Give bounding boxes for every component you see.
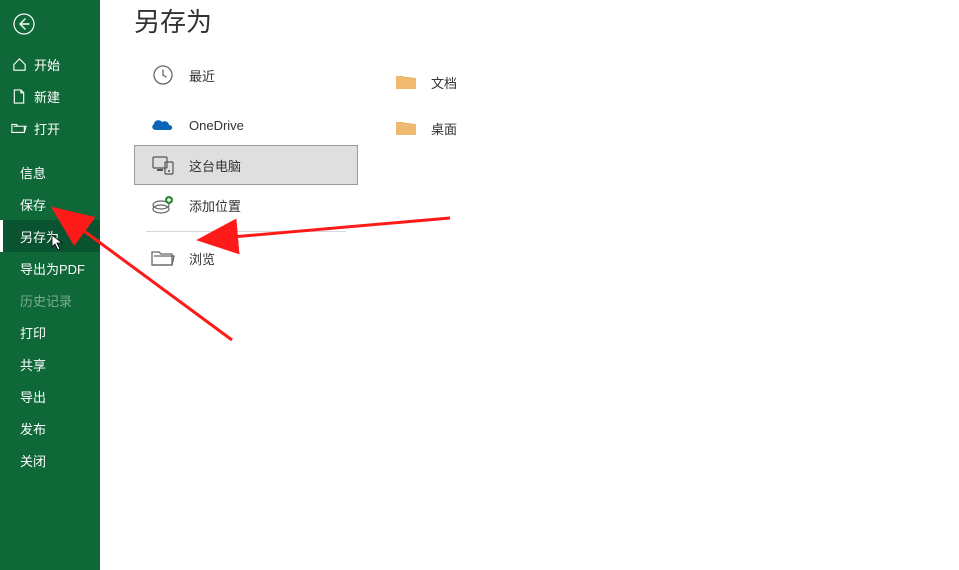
sidebar-item-new[interactable]: 新建	[0, 80, 100, 112]
folders-list: 文档 桌面	[355, 55, 959, 278]
location-thispc[interactable]: 这台电脑	[134, 145, 358, 185]
sidebar-item-label: 导出	[20, 387, 46, 406]
main-panel: 另存为 最近 OneDrive	[100, 0, 959, 570]
sidebar-item-close[interactable]: 关闭	[0, 444, 100, 476]
sidebar-item-label: 历史记录	[20, 291, 72, 310]
back-button[interactable]	[8, 8, 40, 40]
open-icon	[10, 119, 28, 137]
sidebar-item-save[interactable]: 保存	[0, 188, 100, 220]
location-browse[interactable]: 浏览	[134, 238, 358, 278]
back-arrow-icon	[13, 13, 35, 35]
add-location-icon	[149, 191, 177, 219]
clock-icon	[149, 61, 177, 89]
location-label: 浏览	[189, 249, 215, 268]
home-icon	[10, 55, 28, 73]
sidebar-item-label: 开始	[34, 55, 60, 74]
new-icon	[10, 87, 28, 105]
location-recent[interactable]: 最近	[134, 55, 358, 95]
sidebar-item-share[interactable]: 共享	[0, 348, 100, 380]
sidebar-item-open[interactable]: 打开	[0, 112, 100, 144]
sidebar-item-publish[interactable]: 发布	[0, 412, 100, 444]
location-onedrive[interactable]: OneDrive	[134, 105, 358, 145]
location-label: 这台电脑	[189, 156, 241, 175]
location-label: 最近	[189, 66, 215, 85]
page-title: 另存为	[100, 0, 959, 55]
sidebar-item-home[interactable]: 开始	[0, 48, 100, 80]
sidebar-item-label: 保存	[20, 195, 46, 214]
browse-icon	[149, 244, 177, 272]
folder-documents[interactable]: 文档	[395, 59, 959, 105]
sidebar-item-label: 新建	[34, 87, 60, 106]
folder-icon	[395, 119, 417, 137]
sidebar-item-label: 信息	[20, 163, 46, 182]
folder-icon	[395, 73, 417, 91]
onedrive-icon	[149, 111, 177, 139]
sidebar-item-exportpdf[interactable]: 导出为PDF	[0, 252, 100, 284]
sidebar-item-label: 打开	[34, 119, 60, 138]
folder-label: 桌面	[431, 119, 457, 138]
sidebar-item-saveas[interactable]: 另存为	[0, 220, 100, 252]
sidebar-item-info[interactable]: 信息	[0, 156, 100, 188]
sidebar-item-label: 发布	[20, 419, 46, 438]
folder-desktop[interactable]: 桌面	[395, 105, 959, 151]
sidebar-item-label: 另存为	[20, 227, 59, 246]
sidebar-item-print[interactable]: 打印	[0, 316, 100, 348]
locations-list: 最近 OneDrive 这台电脑	[100, 55, 355, 278]
location-addplace[interactable]: 添加位置	[134, 185, 358, 225]
sidebar-item-label: 关闭	[20, 451, 46, 470]
sidebar: 开始 新建 打开 信息 保存 另存为 导出为PDF	[0, 0, 100, 570]
sidebar-item-label: 共享	[20, 355, 46, 374]
location-label: 添加位置	[189, 196, 241, 215]
separator	[146, 231, 346, 232]
thispc-icon	[149, 151, 177, 179]
sidebar-item-export[interactable]: 导出	[0, 380, 100, 412]
folder-label: 文档	[431, 73, 457, 92]
location-label: OneDrive	[189, 118, 244, 133]
sidebar-item-label: 导出为PDF	[20, 259, 85, 278]
sidebar-item-label: 打印	[20, 323, 46, 342]
sidebar-item-history: 历史记录	[0, 284, 100, 316]
